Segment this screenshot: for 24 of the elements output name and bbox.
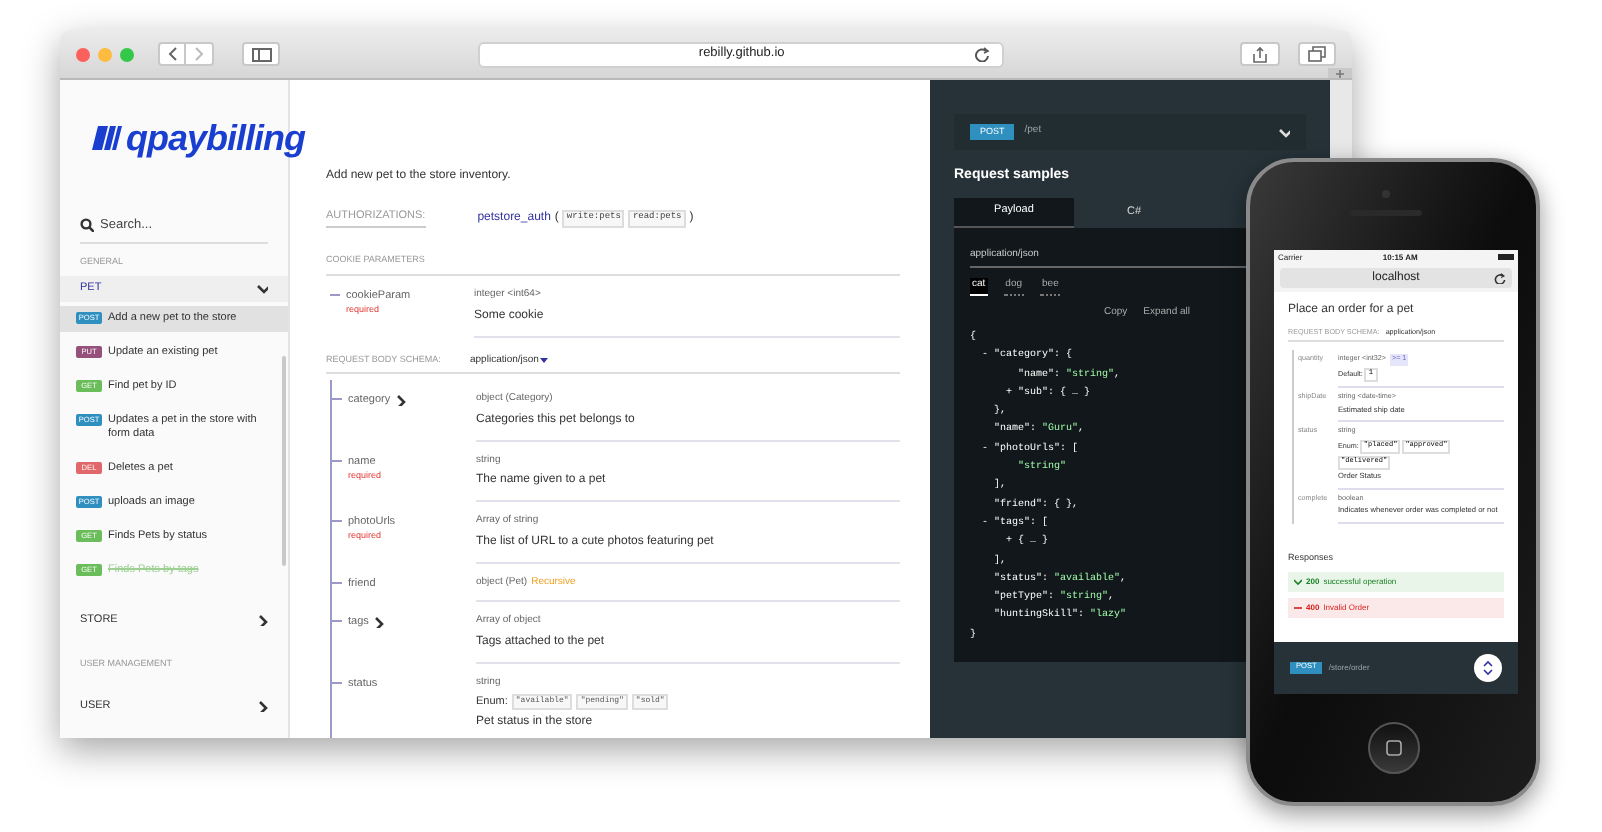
forward-icon [192, 46, 206, 62]
battery-icon [1498, 254, 1514, 260]
up-down-icon [1482, 660, 1494, 676]
back-button[interactable] [158, 42, 186, 66]
scroll-button[interactable] [1474, 654, 1502, 682]
tabs-icon [1307, 46, 1326, 62]
sidebar-toggle-button[interactable] [242, 42, 281, 66]
home-button[interactable] [1368, 722, 1420, 774]
caret-icon [540, 357, 549, 364]
search-icon [80, 218, 94, 233]
chevron-icon [1278, 126, 1290, 138]
share-icon [1250, 45, 1271, 63]
reload-icon [974, 46, 991, 62]
chevron-icon [1294, 577, 1302, 586]
reload-icon [1494, 272, 1506, 284]
back-icon [165, 46, 179, 62]
square-icon [1386, 740, 1402, 756]
share-button[interactable] [1240, 42, 1280, 66]
new-tab-button[interactable] [1328, 68, 1352, 78]
logo-text: qpaybilling [126, 120, 306, 156]
tabs-button[interactable] [1297, 42, 1336, 66]
logo-icon [92, 126, 122, 150]
sidebar-icon [251, 47, 272, 61]
plus-icon [1336, 69, 1344, 77]
